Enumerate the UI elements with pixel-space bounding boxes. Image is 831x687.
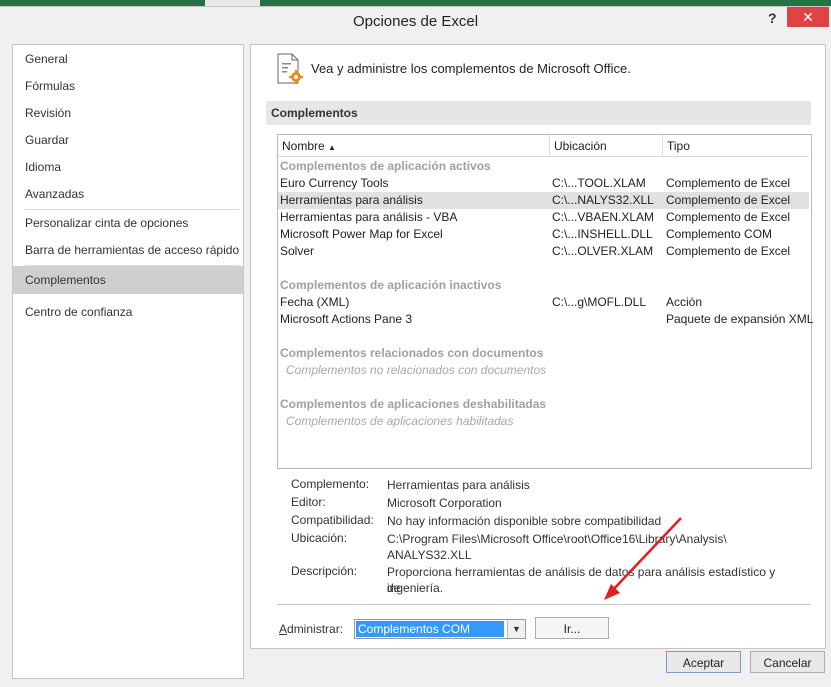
manage-select-value: Complementos COM: [356, 621, 504, 637]
detail-value-publisher: Microsoft Corporation: [387, 496, 502, 510]
detail-label-addin: Complemento:: [291, 477, 370, 491]
detail-label-compat: Compatibilidad:: [291, 513, 374, 527]
group-title-inactive: Complementos de aplicación inactivos: [280, 278, 502, 292]
sidebar-item-revision[interactable]: Revisión: [13, 100, 243, 126]
panel-header-text: Vea y administre los complementos de Mic…: [311, 61, 631, 76]
list-item[interactable]: Herramientas para análisis - VBA C:\...V…: [278, 209, 809, 226]
addins-document-gear-icon: [277, 53, 303, 84]
detail-label-description: Descripción:: [291, 564, 358, 578]
options-sidebar: General Fórmulas Revisión Guardar Idioma…: [12, 44, 244, 679]
column-header-type[interactable]: Tipo: [663, 135, 809, 157]
addins-panel: Vea y administre los complementos de Mic…: [250, 44, 826, 649]
excel-options-dialog: Opciones de Excel ? ✕ General Fórmulas R…: [0, 6, 831, 687]
go-button[interactable]: Ir...: [535, 617, 609, 639]
sidebar-item-guardar[interactable]: Guardar: [13, 127, 243, 153]
list-item[interactable]: Microsoft Power Map for Excel C:\...INSH…: [278, 226, 809, 243]
addins-list[interactable]: Nombre ▲ Ubicación Tipo Complementos de …: [277, 134, 813, 469]
group-title-active: Complementos de aplicación activos: [280, 159, 491, 173]
group-title-documents: Complementos relacionados con documentos: [280, 346, 544, 360]
detail-value-compat: No hay información disponible sobre comp…: [387, 514, 662, 528]
detail-value-description-cont: ingeniería.: [387, 581, 444, 595]
chevron-down-icon[interactable]: ▼: [507, 620, 525, 638]
detail-label-location: Ubicación:: [291, 531, 348, 545]
group-title-disabled: Complementos de aplicaciones deshabilita…: [280, 397, 547, 411]
group-empty-text: Complementos de aplicaciones habilitadas: [286, 414, 514, 428]
list-item[interactable]: Fecha (XML) C:\...g\MOFL.DLL Acción: [278, 294, 809, 311]
sidebar-item-centro-confianza[interactable]: Centro de confianza: [13, 299, 243, 325]
list-item[interactable]: Euro Currency Tools C:\...TOOL.XLAM Comp…: [278, 175, 809, 192]
section-title: Complementos: [266, 101, 811, 125]
sidebar-item-personalizar-cinta[interactable]: Personalizar cinta de opciones: [13, 210, 243, 236]
column-header-name[interactable]: Nombre ▲: [278, 135, 550, 157]
detail-value-location-cont: ANALYS32.XLL: [387, 548, 472, 562]
manage-divider: [277, 604, 810, 605]
close-button[interactable]: ✕: [787, 7, 829, 27]
sidebar-item-idioma[interactable]: Idioma: [13, 154, 243, 180]
manage-select[interactable]: Complementos COM ▼: [354, 619, 526, 639]
column-header-location[interactable]: Ubicación: [550, 135, 663, 157]
group-empty-text: Complementos no relacionados con documen…: [286, 363, 547, 377]
detail-value-addin: Herramientas para análisis: [387, 478, 530, 492]
sidebar-item-formulas[interactable]: Fórmulas: [13, 73, 243, 99]
detail-label-publisher: Editor:: [291, 495, 326, 509]
ok-button[interactable]: Aceptar: [666, 651, 741, 673]
sidebar-item-avanzadas[interactable]: Avanzadas: [13, 181, 243, 207]
cancel-button[interactable]: Cancelar: [750, 651, 825, 673]
manage-label: Administrar:: [279, 622, 344, 636]
list-item-selected[interactable]: Herramientas para análisis C:\...NALYS32…: [278, 192, 809, 209]
sidebar-item-general[interactable]: General: [13, 46, 243, 72]
sort-ascending-icon: ▲: [328, 143, 336, 152]
detail-value-location: C:\Program Files\Microsoft Office\root\O…: [387, 532, 727, 546]
sidebar-item-barra-acceso-rapido[interactable]: Barra de herramientas de acceso rápido: [13, 237, 243, 263]
list-item[interactable]: Solver C:\...OLVER.XLAM Complemento de E…: [278, 243, 809, 260]
list-item[interactable]: Microsoft Actions Pane 3 Paquete de expa…: [278, 311, 813, 328]
sidebar-item-complementos[interactable]: Complementos: [13, 266, 243, 294]
close-icon: ✕: [802, 9, 814, 25]
help-button[interactable]: ?: [768, 10, 777, 26]
dialog-title: Opciones de Excel: [352, 13, 479, 30]
